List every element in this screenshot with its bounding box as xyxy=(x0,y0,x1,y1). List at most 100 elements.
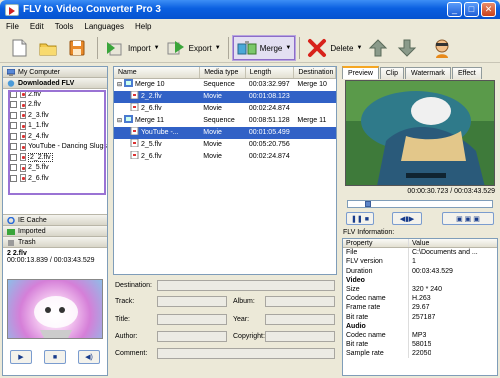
tab-clip[interactable]: Clip xyxy=(379,67,404,79)
ie-icon xyxy=(7,216,15,224)
help-agent-button[interactable] xyxy=(429,36,458,60)
flv-file-icon xyxy=(20,174,26,183)
col-property[interactable]: Property xyxy=(343,239,409,248)
flv-file-icon xyxy=(20,163,26,172)
title-field[interactable] xyxy=(157,314,227,325)
close-button[interactable]: ✕ xyxy=(481,2,496,17)
grid-body: ⊟ Merge 10 Sequence 00:03:32.997 Merge 1… xyxy=(114,79,336,163)
table-row[interactable]: 2_6.flv Movie 00:02:24.874 xyxy=(114,103,336,115)
checkbox[interactable] xyxy=(10,101,17,109)
merge-list-grid: Name Media type Length Destination ⊟ Mer… xyxy=(113,66,337,275)
table-row[interactable]: ⊟ Merge 11 Sequence 00:08:51.128 Merge 1… xyxy=(114,115,336,127)
table-row[interactable]: 2_6.flv Movie 00:02:24.874 xyxy=(114,151,336,163)
menu-tools[interactable]: Tools xyxy=(55,22,74,31)
menu-edit[interactable]: Edit xyxy=(30,22,44,31)
file-item[interactable]: 2_3.flv xyxy=(3,110,107,121)
file-item[interactable]: 2_4.flv xyxy=(3,131,107,142)
col-name[interactable]: Name xyxy=(114,67,201,78)
downloaded-file-list: 2.flv 2.flv 2_3.flv 1_1.flv 2_4.flv YouT… xyxy=(3,89,107,215)
delete-button[interactable]: Delete ▼ xyxy=(304,36,365,60)
row-dest-cell: Merge 11 xyxy=(297,117,327,124)
trash-icon xyxy=(7,239,15,246)
preview-seek-slider[interactable] xyxy=(347,200,493,208)
maximize-button[interactable]: □ xyxy=(464,2,479,17)
row-length-cell: 00:08:51.128 xyxy=(248,117,290,124)
col-destination[interactable]: Destination xyxy=(294,67,336,78)
frame-step-button[interactable]: ◀▮▶ xyxy=(392,212,422,225)
play-pause-button[interactable]: ❚❚ ■ xyxy=(346,212,374,225)
nav-imported[interactable]: Imported xyxy=(3,226,107,237)
tab-preview[interactable]: Preview xyxy=(342,66,379,79)
destination-field[interactable] xyxy=(157,280,335,291)
save-button[interactable] xyxy=(64,36,93,60)
preview-time: 00:00:30.723 / 00:03:43.529 xyxy=(407,188,495,195)
table-row: Sample rate 22050 xyxy=(343,349,497,359)
table-row-selected[interactable]: 2_2.flv Movie 00:01:08.123 xyxy=(114,91,336,103)
table-row-selected[interactable]: YouTube -... Movie 00:01:05.499 xyxy=(114,127,336,139)
left-volume-button[interactable]: ◀) xyxy=(78,350,100,364)
file-item[interactable]: 2_6.flv xyxy=(3,173,107,184)
tab-effect[interactable]: Effect xyxy=(451,67,482,79)
left-stop-button[interactable]: ■ xyxy=(44,350,66,364)
checkbox[interactable] xyxy=(10,132,17,140)
author-field[interactable] xyxy=(157,331,227,342)
file-item[interactable]: YouTube - Dancing Slugs xyxy=(3,142,107,153)
flv-file-icon xyxy=(20,142,26,151)
snapshot-button[interactable]: ▣ ▣ ▣ xyxy=(442,212,494,225)
play-icon: ▶ xyxy=(18,354,24,361)
nav-ie-cache-label: IE Cache xyxy=(18,216,47,224)
new-button[interactable] xyxy=(6,36,35,60)
checkbox[interactable] xyxy=(10,122,17,130)
table-row: Codec name MP3 xyxy=(343,330,497,341)
open-button[interactable] xyxy=(35,36,64,60)
file-item-selected[interactable]: 2_2.flv xyxy=(3,152,107,163)
menu-file[interactable]: File xyxy=(6,22,19,31)
merge-button[interactable]: Merge ▼ xyxy=(232,36,296,60)
checkbox[interactable] xyxy=(10,174,17,182)
col-media-type[interactable]: Media type xyxy=(200,67,246,78)
checkbox[interactable] xyxy=(10,164,17,172)
checkbox[interactable] xyxy=(10,143,17,151)
table-row: Bit rate 58015 xyxy=(343,340,497,350)
checkbox[interactable] xyxy=(10,111,17,119)
copyright-field[interactable] xyxy=(265,331,335,342)
minimize-button[interactable]: _ xyxy=(447,2,462,17)
file-item[interactable]: 2.flv xyxy=(3,100,107,111)
file-item[interactable]: 2.flv xyxy=(3,89,107,100)
row-name-cell: YouTube -... xyxy=(114,127,200,139)
movie-file-icon xyxy=(130,139,139,148)
left-play-button[interactable]: ▶ xyxy=(10,350,32,364)
col-value[interactable]: Value xyxy=(409,239,429,247)
delete-label: Delete xyxy=(330,43,354,53)
table-row[interactable]: ⊟ Merge 10 Sequence 00:03:32.997 Merge 1… xyxy=(114,79,336,91)
move-down-button[interactable] xyxy=(394,36,423,60)
file-item[interactable]: 1_1.flv xyxy=(3,121,107,132)
album-field[interactable] xyxy=(265,296,335,307)
year-field[interactable] xyxy=(265,314,335,325)
export-button[interactable]: Export ▼ xyxy=(163,36,224,60)
sequence-icon xyxy=(123,79,133,87)
nav-my-computer[interactable]: My Computer xyxy=(3,67,107,78)
checkbox[interactable] xyxy=(10,90,17,98)
nav-trash[interactable]: Trash xyxy=(3,237,107,248)
table-row[interactable]: 2_5.flv Movie 00:05:20.756 xyxy=(114,139,336,151)
row-type-cell: Movie xyxy=(203,129,222,136)
menu-help[interactable]: Help xyxy=(135,22,151,31)
tab-watermark[interactable]: Watermark xyxy=(404,67,451,79)
seek-knob[interactable] xyxy=(364,201,371,207)
menu-languages[interactable]: Languages xyxy=(84,22,124,31)
file-item[interactable]: 2_5.flv xyxy=(3,163,107,174)
nav-downloaded-flv[interactable]: Downloaded FLV xyxy=(3,78,107,89)
col-length[interactable]: Length xyxy=(246,67,295,78)
arrow-up-icon xyxy=(368,38,388,58)
pause-icon: ❚❚ ■ xyxy=(351,215,369,223)
checkbox[interactable] xyxy=(10,153,17,161)
comment-field[interactable] xyxy=(157,348,335,359)
move-up-button[interactable] xyxy=(365,36,394,60)
window-title: FLV to Video Converter Pro 3 xyxy=(23,4,161,15)
import-button[interactable]: Import ▼ xyxy=(102,36,163,60)
nav-ie-cache[interactable]: IE Cache xyxy=(3,215,107,226)
row-dest-cell xyxy=(294,91,336,103)
track-field[interactable] xyxy=(157,296,227,307)
row-dest-cell xyxy=(294,127,336,139)
